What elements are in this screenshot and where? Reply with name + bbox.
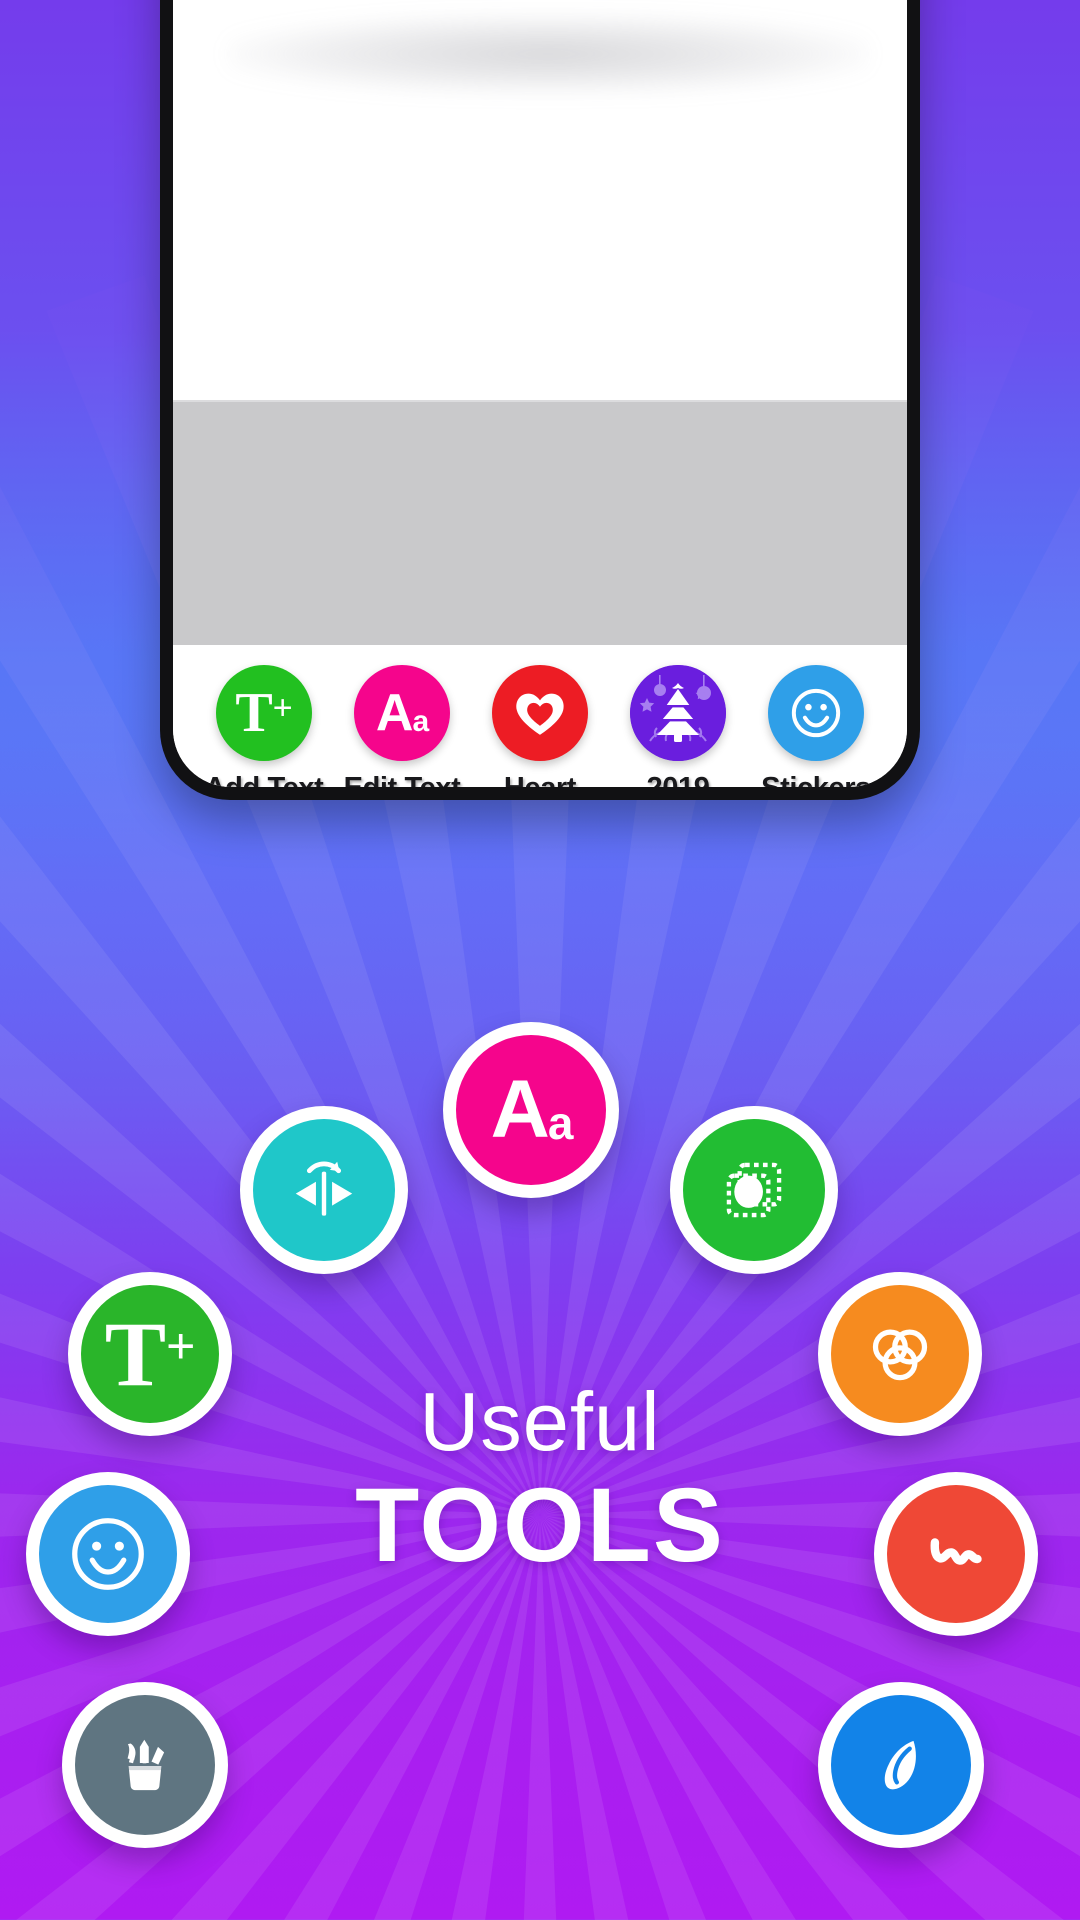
pencil-cup-icon <box>75 1695 215 1835</box>
tool-button-brushes[interactable] <box>62 1682 228 1848</box>
headline-line-2: TOOLS <box>355 1466 725 1584</box>
tool-button-edit-text[interactable]: Aa <box>443 1022 619 1198</box>
flip-mirror-icon <box>253 1119 395 1261</box>
tool-button-flip[interactable] <box>240 1106 408 1274</box>
headline-block: Useful TOOLS <box>0 1375 1080 1584</box>
cutout-shape-icon <box>683 1119 825 1261</box>
aa-text-icon: Aa <box>456 1035 606 1185</box>
tool-button-feather[interactable] <box>818 1682 984 1848</box>
leaf-feather-icon <box>831 1695 971 1835</box>
headline-line-1: Useful <box>419 1375 661 1468</box>
tool-button-cutout[interactable] <box>670 1106 838 1274</box>
